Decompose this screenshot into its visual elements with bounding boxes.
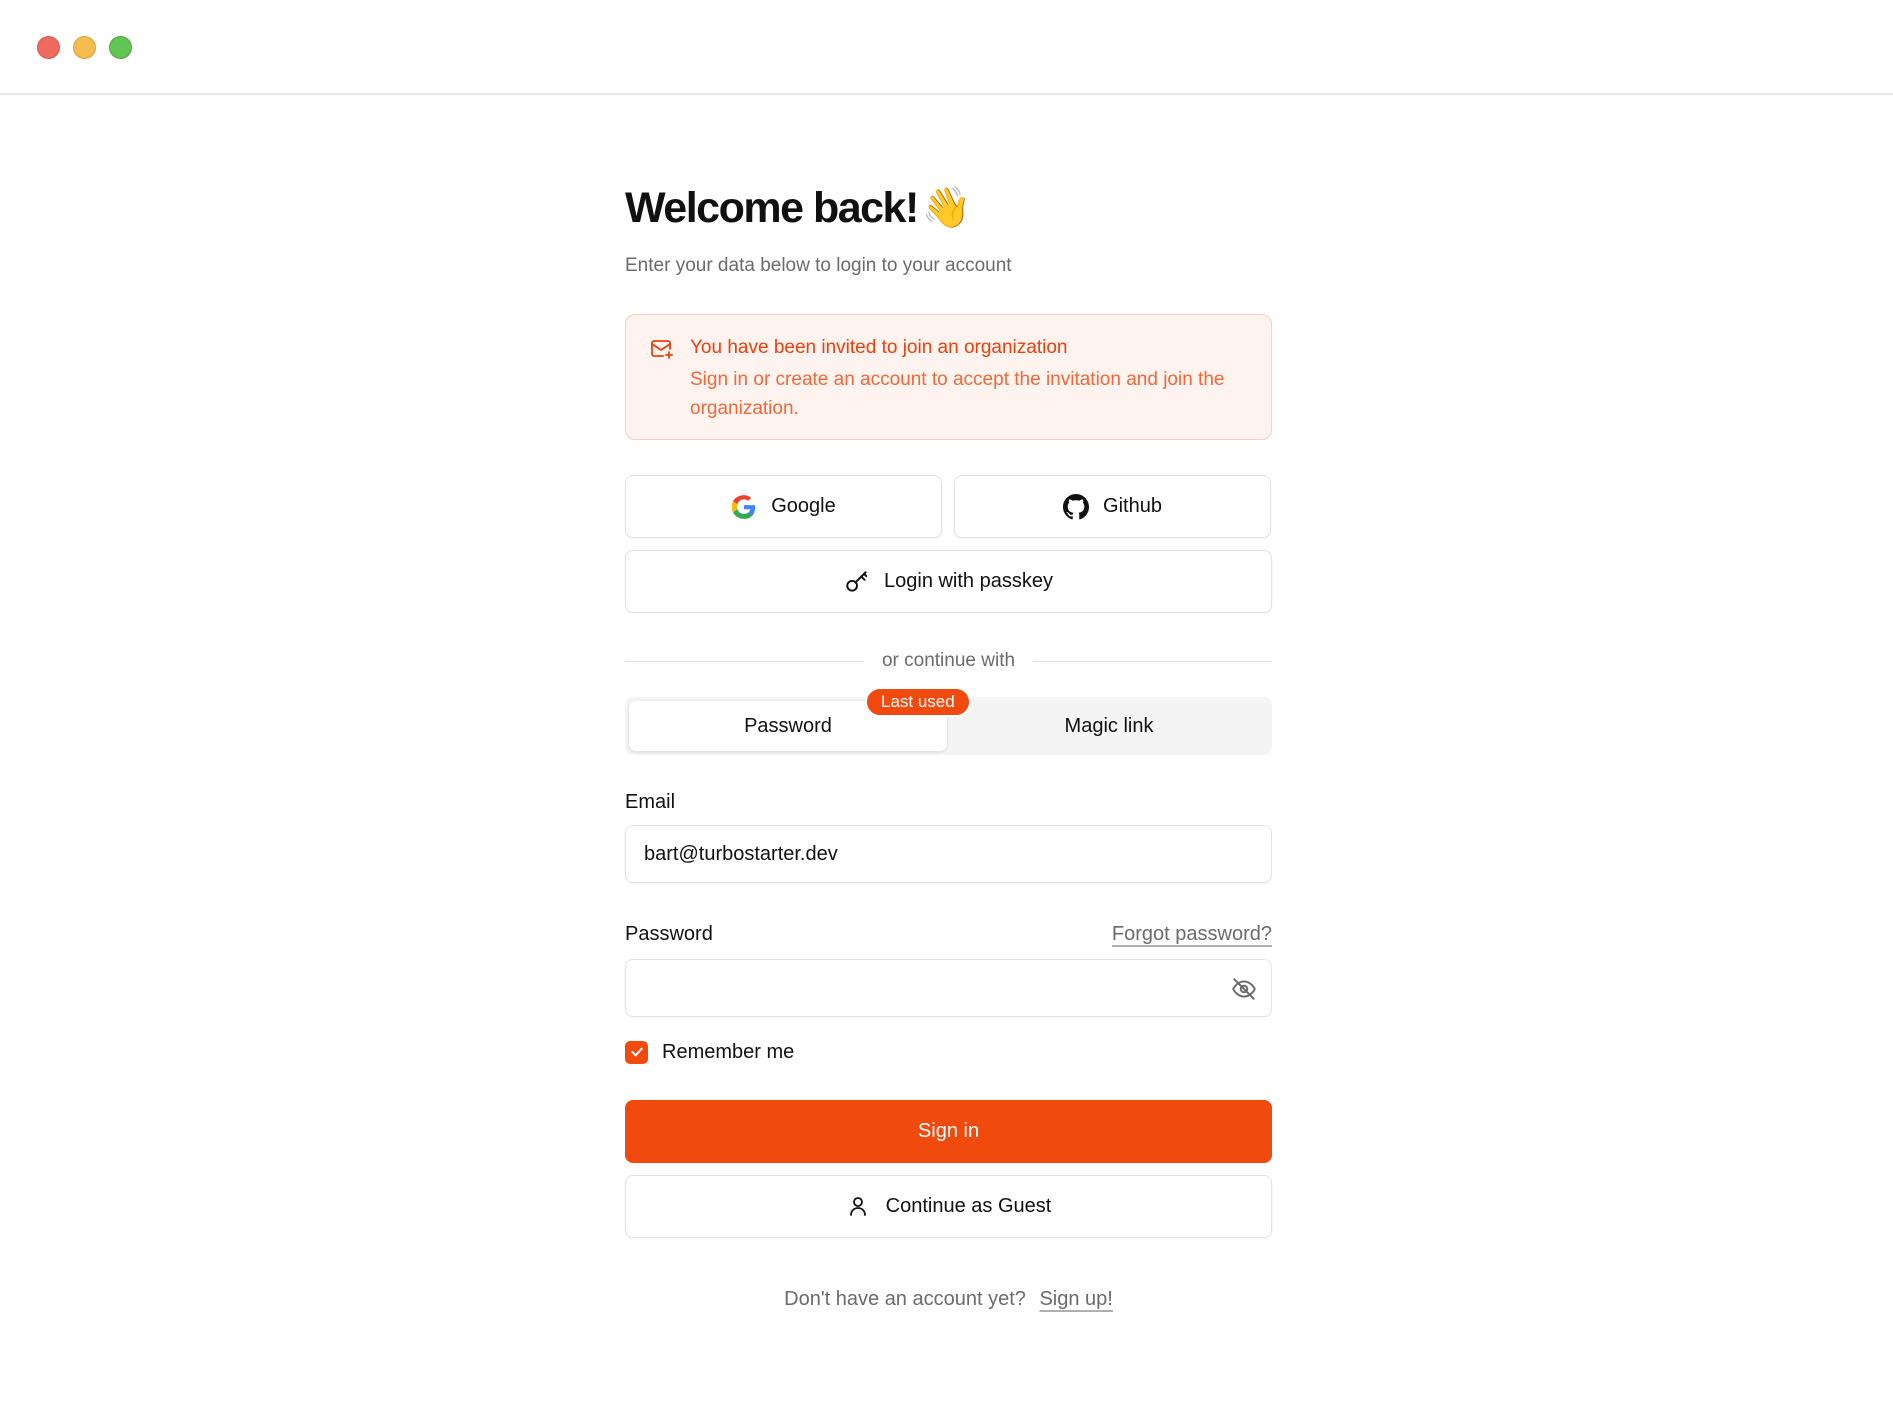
github-login-button[interactable]: Github [954,475,1271,538]
last-used-badge: Last used [865,687,971,717]
mail-plus-icon [651,340,673,359]
email-value: bart@turbostarter.dev [644,842,838,865]
password-label: Password [625,922,713,945]
window-titlebar [0,0,1893,95]
continue-as-guest-button[interactable]: Continue as Guest [625,1175,1272,1238]
tab-password-label: Password [744,714,832,737]
remember-me-label: Remember me [662,1040,795,1063]
user-icon [846,1194,872,1220]
sign-in-label: Sign in [917,1120,980,1142]
invitation-body: Sign in or create an account to accept t… [690,369,1225,419]
invitation-title: You have been invited to join an organiz… [690,337,1068,358]
minimize-window-button[interactable] [73,36,96,59]
or-divider: or continue with [625,649,1273,673]
password-field[interactable] [625,959,1272,1017]
google-login-button[interactable]: Google [625,475,942,538]
remember-me-row: Remember me [625,1039,1272,1065]
tab-magic-link[interactable]: Magic link [950,701,1268,751]
signup-prompt: Don't have an account yet? Sign up! [625,1288,1272,1311]
eye-off-icon[interactable] [1231,976,1257,1002]
sign-in-button[interactable]: Sign in [625,1100,1272,1163]
page-title: Welcome back! [625,184,919,232]
divider-line-right [1033,660,1273,662]
github-login-label: Github [1103,495,1162,517]
passkey-login-label: Login with passkey [884,570,1053,592]
divider-line-left [625,660,864,662]
tab-magic-link-label: Magic link [1064,714,1154,737]
email-field[interactable]: bart@turbostarter.dev [625,825,1272,883]
login-method-tabs: Password Magic link Last used [625,687,1272,755]
login-form: Welcome back! 👋 Enter your data below to… [625,180,1273,1311]
forgot-password-link[interactable]: Forgot password? [1112,923,1272,946]
sign-up-link[interactable]: Sign up! [1039,1288,1112,1310]
passkey-login-button[interactable]: Login with passkey [625,550,1272,613]
remember-me-checkbox[interactable] [625,1040,648,1064]
continue-as-guest-label: Continue as Guest [885,1195,1052,1217]
waving-hand-emoji: 👋 [921,186,972,230]
signup-prompt-text: Don't have an account yet? [784,1288,1026,1310]
email-label: Email [625,791,676,813]
divider-text: or continue with [881,650,1016,671]
google-login-label: Google [771,495,836,517]
title-row: Welcome back! 👋 [625,180,1272,236]
password-label-row: Password Forgot password? [625,921,1272,947]
check-icon [630,1047,643,1057]
key-icon [844,569,870,595]
google-icon [731,494,757,520]
invitation-alert: You have been invited to join an organiz… [625,314,1272,440]
close-window-button[interactable] [37,36,60,59]
social-login-row: Google Github [625,475,1272,538]
github-icon [1063,493,1090,520]
page-subtitle: Enter your data below to login to your a… [625,255,1012,276]
maximize-window-button[interactable] [109,36,132,59]
